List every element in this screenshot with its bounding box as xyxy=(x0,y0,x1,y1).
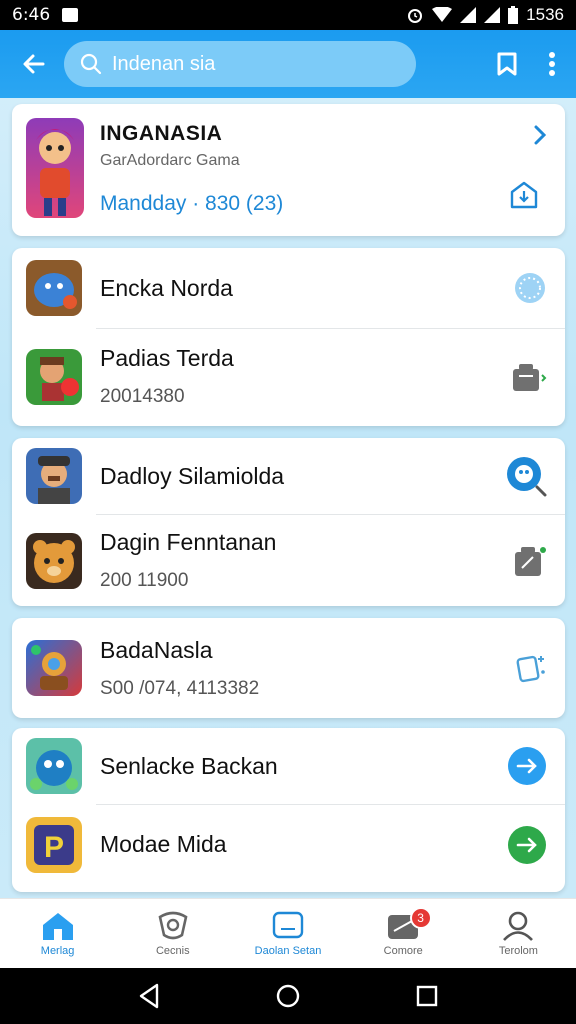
search-icon xyxy=(80,53,102,75)
system-home-icon[interactable] xyxy=(275,983,301,1009)
list-item[interactable]: Dadloy Silamiolda xyxy=(12,438,565,514)
app-group-3: BadaNasla S00 /074, 4113382 xyxy=(12,618,565,718)
back-button[interactable] xyxy=(14,44,54,84)
alarm-icon xyxy=(408,9,423,23)
app-icon-monster xyxy=(26,738,82,794)
app-bar: Indenan sia xyxy=(0,30,576,98)
featured-subtitle: GarAdordarc Gama xyxy=(100,152,240,169)
list-item[interactable]: P Modae Mida xyxy=(26,804,565,884)
nav-profile[interactable]: Terolom xyxy=(461,899,576,968)
list-item[interactable]: Dagin Fenntanan 200 11900 xyxy=(26,514,565,606)
notification-icon xyxy=(62,8,79,22)
download-box-icon[interactable] xyxy=(511,361,547,393)
app-subtitle: 200 11900 xyxy=(100,570,189,591)
chevron-right-icon[interactable] xyxy=(533,124,547,146)
app-group-2: Dadloy Silamiolda Dagin Fenntanan 200 11… xyxy=(12,438,565,606)
featured-title: INGANASIA xyxy=(100,122,223,145)
system-nav xyxy=(0,968,576,1024)
list-item[interactable]: BadaNasla S00 /074, 4113382 xyxy=(12,618,565,718)
signal-icon xyxy=(460,7,477,23)
app-icon-warrior xyxy=(26,348,82,405)
nav-home[interactable]: Merlag xyxy=(0,899,115,968)
arrow-right-circle-icon[interactable] xyxy=(507,825,547,865)
app-icon-character xyxy=(26,118,84,218)
app-icon-puzzle: P xyxy=(26,816,82,873)
system-recents-icon[interactable] xyxy=(415,984,439,1008)
bottom-nav: Merlag Cecnis Daolan Setan 3 Comore Tero… xyxy=(0,898,576,968)
chat-icon xyxy=(272,911,304,938)
gamepad-icon xyxy=(158,911,188,939)
app-icon-robot xyxy=(26,640,82,696)
arrow-right-circle-icon[interactable] xyxy=(507,746,547,786)
app-subtitle: 20014380 xyxy=(100,386,185,407)
app-icon-miner xyxy=(26,448,82,504)
signal-icon-2 xyxy=(484,7,501,23)
app-title: Dagin Fenntanan xyxy=(100,529,277,555)
install-icon[interactable] xyxy=(509,180,539,210)
wifi-icon xyxy=(432,7,453,22)
app-title: BadaNasla xyxy=(100,636,213,663)
featured-meta: Mandday · 830 (23) xyxy=(100,192,284,215)
list-item[interactable]: Encka Norda xyxy=(12,248,565,328)
app-icon-blob xyxy=(26,260,82,316)
info-icon[interactable] xyxy=(513,271,547,305)
status-bar: 6:46 1536 xyxy=(0,0,576,30)
notification-badge: 3 xyxy=(409,907,432,929)
status-time: 6:46 xyxy=(12,5,51,25)
featured-card[interactable]: INGANASIA GarAdordarc Gama Mandday · 830… xyxy=(12,104,565,236)
list-item[interactable]: Senlacke Backan xyxy=(12,728,565,804)
nav-label: Merlag xyxy=(40,944,75,957)
app-icon-bear xyxy=(26,532,82,589)
nav-label: Cecnis xyxy=(155,944,190,957)
list-item[interactable]: Padias Terda 20014380 xyxy=(26,328,565,424)
system-back-icon[interactable] xyxy=(137,983,161,1009)
edit-box-icon[interactable] xyxy=(513,544,547,578)
app-group-1: Encka Norda Padias Terda 20014380 xyxy=(12,248,565,426)
more-vert-icon[interactable] xyxy=(548,51,556,77)
chat-bubble-icon[interactable] xyxy=(505,455,547,497)
nav-label: Daolan Setan xyxy=(254,944,322,957)
bookmark-icon[interactable] xyxy=(494,51,520,77)
search-value: Indenan sia xyxy=(112,52,216,75)
nav-label: Terolom xyxy=(498,944,538,957)
svg-text:P: P xyxy=(44,831,64,864)
arrow-left-icon xyxy=(23,54,45,74)
nav-games[interactable]: Cecnis xyxy=(115,899,230,968)
nav-store[interactable]: 3 Comore xyxy=(346,899,461,968)
content-list: INGANASIA GarAdordarc Gama Mandday · 830… xyxy=(0,98,576,898)
app-group-4: Senlacke Backan P Modae Mida xyxy=(12,728,565,892)
app-title: Encka Norda xyxy=(100,274,233,301)
app-title: Dadloy Silamiolda xyxy=(100,462,285,489)
app-title: Padias Terda xyxy=(100,345,234,371)
app-title: Senlacke Backan xyxy=(100,752,278,779)
nav-chat[interactable]: Daolan Setan xyxy=(230,899,345,968)
search-input[interactable]: Indenan sia xyxy=(64,41,416,87)
sparkle-card-icon[interactable] xyxy=(511,650,547,686)
battery-text: 1536 xyxy=(526,5,564,24)
battery-icon xyxy=(508,6,519,24)
home-icon xyxy=(42,912,73,940)
nav-label: Comore xyxy=(383,944,423,957)
profile-icon xyxy=(503,911,534,941)
app-title: Modae Mida xyxy=(100,831,227,857)
status-icons: 1536 xyxy=(406,5,564,25)
app-subtitle: S00 /074, 4113382 xyxy=(100,677,260,699)
